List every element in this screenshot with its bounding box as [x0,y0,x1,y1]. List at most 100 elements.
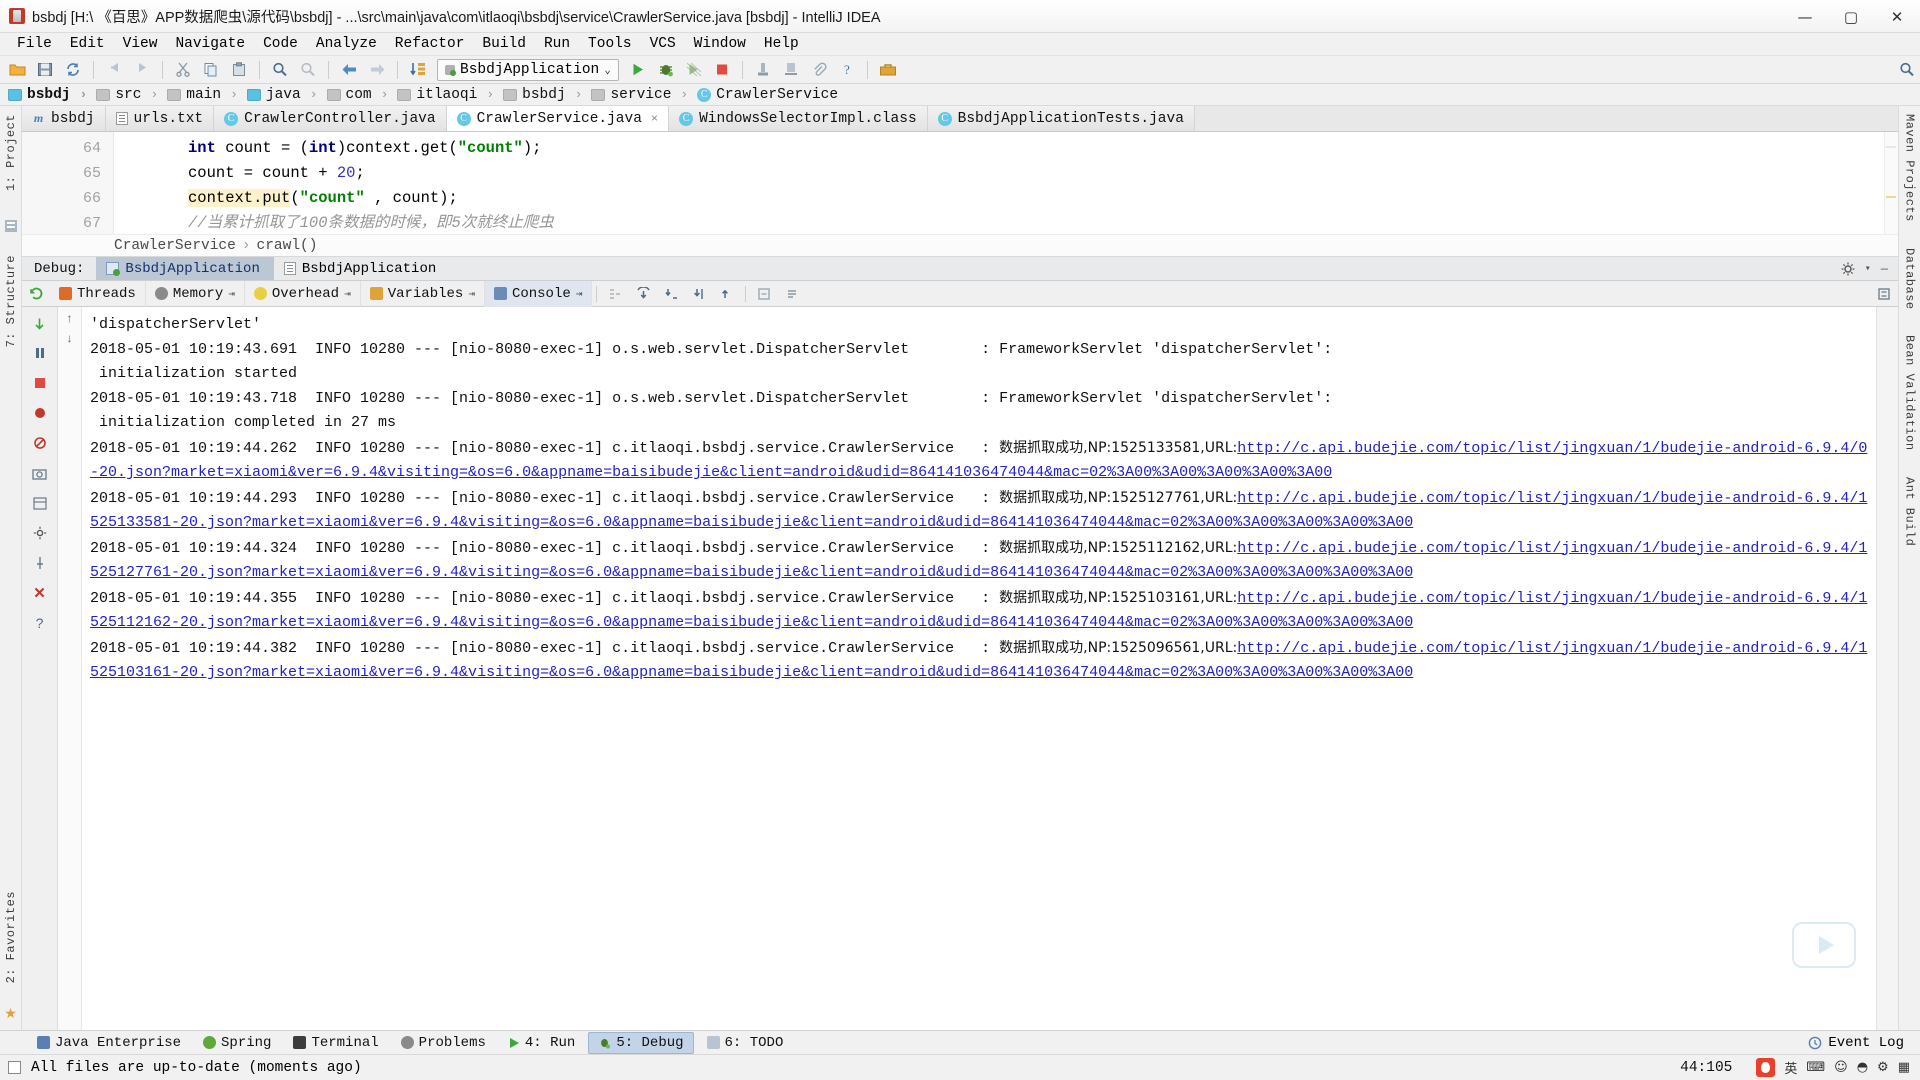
pause-button[interactable] [28,342,52,364]
rerun-icon[interactable] [22,281,50,307]
menu-build[interactable]: Build [473,35,535,53]
console-line[interactable]: 2018-05-01 10:19:43.691 INFO 10280 --- [… [90,338,1876,363]
sidebar-item-favorites[interactable]: 2: Favorites [4,891,18,983]
attach-icon[interactable] [806,58,832,82]
console-action-rail[interactable]: ✕ ? [22,307,58,1030]
help-button[interactable]: ? [28,612,52,634]
layout-button[interactable] [28,492,52,514]
debug-session-tab-1[interactable]: BsbdjApplication [96,257,274,280]
menu-refactor[interactable]: Refactor [386,35,474,53]
menu-navigate[interactable]: Navigate [166,35,254,53]
paste-icon[interactable] [226,58,252,82]
sidebar-item-maven-projects[interactable]: Maven Projects [1903,114,1917,222]
breadcrumb-item-main[interactable]: main › [165,87,245,103]
caret-position[interactable]: 44:105 [1680,1060,1746,1076]
navigate-back-icon[interactable] [336,58,362,82]
breadcrumb-item-java[interactable]: java › [245,87,325,103]
cut-icon[interactable] [170,58,196,82]
run-icon[interactable] [625,58,651,82]
sidebar-item-database[interactable]: Database [1903,248,1917,310]
update-app-icon[interactable] [778,58,804,82]
undo-icon[interactable] [101,58,127,82]
settings-button[interactable] [28,522,52,544]
open-folder-icon[interactable] [4,58,30,82]
evaluate-expression-icon[interactable] [778,281,806,307]
debug-session-header[interactable]: Debug: BsbdjApplication BsbdjApplication… [22,257,1898,281]
bottom-tool-window-bar[interactable]: Java Enterprise Spring Terminal Problems… [0,1030,1920,1054]
console-line[interactable]: initialization started [90,362,1876,387]
close-button[interactable]: ✕ [1874,0,1920,33]
breadcrumb-item-service[interactable]: service › [589,87,695,103]
step-out-icon[interactable] [713,281,741,307]
breadcrumb-item-src[interactable]: src › [94,87,165,103]
pin-icon[interactable]: ⇥ [468,287,475,301]
bottom-tool-run[interactable]: 4: Run [499,1033,584,1053]
window-controls[interactable]: — ▢ ✕ [1782,0,1920,33]
editor-tab-crawlerservice[interactable]: C CrawlerService.java × [446,106,670,131]
editor-tab-bsbdj[interactable]: m bsbdj [22,106,106,131]
breadcrumb-item-bsbdj[interactable]: bsbdj › [6,87,94,103]
system-tray[interactable]: 英 ⌨ ☺ ◓ ⚙ ▦ [1756,1058,1920,1077]
menu-file[interactable]: File [8,35,61,53]
chevron-down-icon[interactable]: ▾ [1865,263,1871,275]
mute-breakpoints-button[interactable] [28,432,52,454]
code-line[interactable]: count = count + 20; [114,161,1898,186]
debug-pane-overhead[interactable]: Overhead ⇥ [245,280,361,307]
menu-analyze[interactable]: Analyze [307,35,386,53]
bottom-tool-todo[interactable]: 6: TODO [698,1033,793,1053]
pin-icon[interactable]: ⇥ [576,287,583,301]
console-line[interactable]: 2018-05-01 10:19:44.324 INFO 10280 --- [… [90,536,1876,586]
editor-tab-urls-txt[interactable]: urls.txt [105,106,215,131]
breadcrumb-item-itlaoqi[interactable]: itlaoqi › [395,87,501,103]
bottom-tool-debug[interactable]: 5: Debug [588,1031,694,1054]
right-tool-rail[interactable]: Maven Projects Database Bean Validation … [1898,106,1920,1030]
menu-tools[interactable]: Tools [579,35,641,53]
scroll-up-icon[interactable]: ↑ [67,311,73,325]
settings-icon[interactable] [1870,281,1898,307]
menu-edit[interactable]: Edit [61,35,114,53]
gear-icon[interactable] [1841,262,1855,276]
profile-icon[interactable] [750,58,776,82]
code-line[interactable]: int count = (int)context.get("count"); [114,136,1898,161]
sidebar-item-bean-validation[interactable]: Bean Validation [1903,335,1917,451]
view-breakpoints-button[interactable] [28,402,52,424]
console-output[interactable]: 'dispatcherServlet' 2018-05-01 10:19:43.6… [82,307,1876,1030]
menu-run[interactable]: Run [535,35,579,53]
menu-code[interactable]: Code [254,35,307,53]
help-icon[interactable]: ? [834,58,860,82]
editor-tab-bsbdjapplicationtests[interactable]: C BsbdjApplicationTests.java [927,106,1195,131]
favorites-star-icon[interactable]: ★ [4,1005,17,1022]
console-scroll-rail[interactable]: ↑ ↓ [58,307,82,1030]
console-line[interactable]: initialization completed in 27 ms [90,411,1876,436]
debug-header-actions[interactable]: ▾ — [1841,257,1898,280]
console-line[interactable]: 2018-05-01 10:19:44.355 INFO 10280 --- [… [90,586,1876,636]
breadcrumb-item-bsbdj-pkg[interactable]: bsbdj › [501,87,589,103]
scroll-down-icon[interactable]: ↓ [67,331,73,345]
close-icon[interactable]: × [651,112,658,126]
step-into-icon[interactable] [657,281,685,307]
breadcrumb-method[interactable]: crawl() [257,238,318,254]
code-line[interactable]: //当累计抓取了100条数据的时候，即5次就终止爬虫 [114,211,1898,234]
sidebar-item-ant-build[interactable]: Ant Build [1903,477,1917,546]
stop-icon[interactable] [709,58,735,82]
menu-vcs[interactable]: VCS [641,35,685,53]
editor-tab-bar[interactable]: m bsbdj urls.txt C CrawlerController.jav… [22,106,1898,132]
breadcrumb-item-com[interactable]: com › [325,87,396,103]
minimize-button[interactable]: — [1782,0,1828,33]
navigate-forward-icon[interactable] [364,58,390,82]
run-with-coverage-icon[interactable] [681,58,707,82]
debug-pane-variables[interactable]: Variables ⇥ [361,280,485,307]
debug-toolbar[interactable]: Threads Memory ⇥ Overhead ⇥ Variables ⇥ [22,280,1898,307]
menu-help[interactable]: Help [755,35,808,53]
sidebar-item-project[interactable]: 1: Project [4,114,18,191]
run-configuration-selector[interactable]: BsbdjApplication ⌄ [437,58,619,81]
code-editor[interactable]: 64 65 66 67 int count = (int)context.get… [22,132,1898,234]
debug-pane-memory[interactable]: Memory ⇥ [146,280,245,307]
console-line[interactable]: 2018-05-01 10:19:44.382 INFO 10280 --- [… [90,636,1876,686]
breadcrumb-class[interactable]: CrawlerService [114,238,236,254]
pin-button[interactable] [28,552,52,574]
menu-bar[interactable]: File Edit View Navigate Code Analyze Ref… [0,33,1920,56]
camera-button[interactable] [28,462,52,484]
search-everywhere-icon[interactable] [1894,58,1920,82]
navigation-breadcrumb[interactable]: bsbdj › src › main › java › com › itlaoq… [0,84,1920,106]
